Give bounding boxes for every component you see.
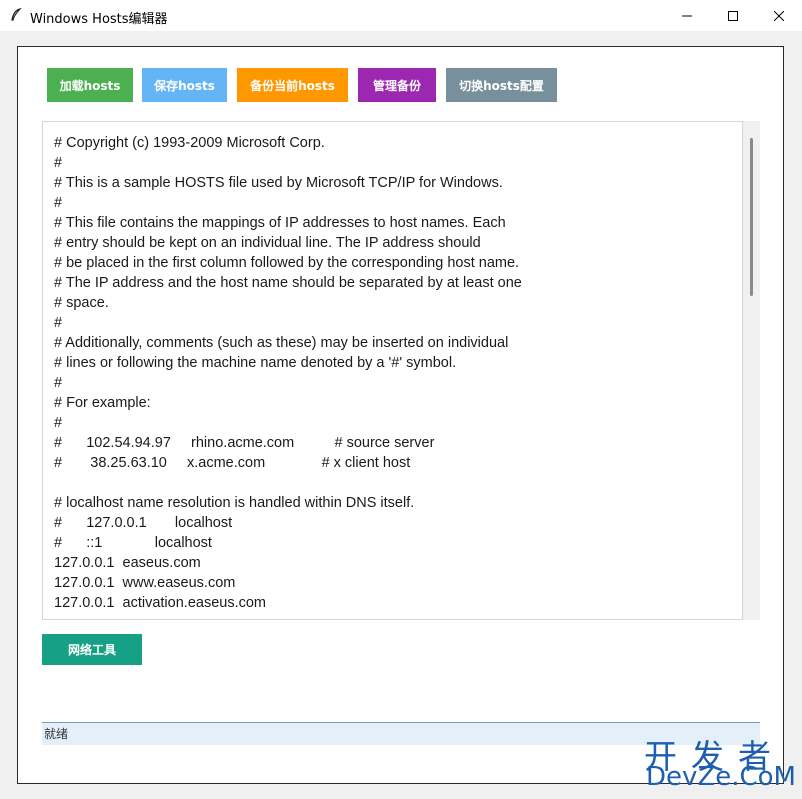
minimize-icon — [682, 15, 692, 16]
hosts-content[interactable]: # Copyright (c) 1993-2009 Microsoft Corp… — [54, 133, 738, 613]
title-bar[interactable]: Windows Hosts编辑器 — [0, 0, 802, 31]
scrollbar-thumb[interactable] — [750, 138, 753, 296]
load-hosts-button[interactable]: 加载hosts — [47, 68, 133, 102]
switch-config-button[interactable]: 切换hosts配置 — [446, 68, 557, 102]
maximize-button[interactable] — [710, 0, 756, 31]
feather-icon — [11, 8, 22, 21]
watermark-line2: DevZe.CoM — [646, 762, 796, 792]
window-title: Windows Hosts编辑器 — [30, 12, 168, 27]
editor-scrollbar[interactable] — [743, 121, 760, 620]
save-hosts-button[interactable]: 保存hosts — [142, 68, 227, 102]
manage-backups-button[interactable]: 管理备份 — [358, 68, 436, 102]
close-button[interactable] — [756, 0, 802, 31]
minimize-button[interactable] — [664, 0, 710, 31]
hosts-editor[interactable]: # Copyright (c) 1993-2009 Microsoft Corp… — [42, 121, 743, 620]
backup-hosts-button[interactable]: 备份当前hosts — [237, 68, 348, 102]
close-icon — [774, 10, 784, 21]
watermark-logo: 开发者 DevZe.CoM — [644, 730, 796, 796]
maximize-icon — [728, 10, 738, 21]
network-tools-button[interactable]: 网络工具 — [42, 634, 142, 665]
